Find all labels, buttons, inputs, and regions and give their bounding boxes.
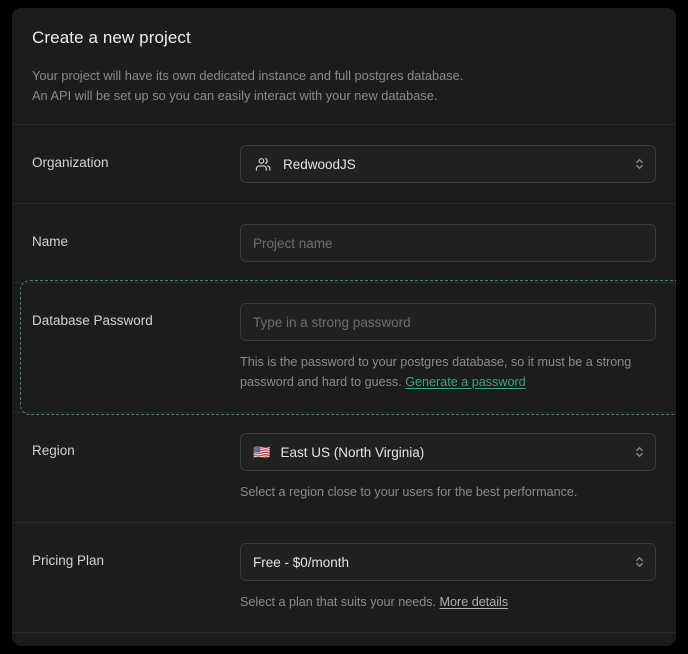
dialog-subtitle-line-1: Your project will have its own dedicated… bbox=[32, 66, 656, 86]
form-row-name: Name Project name bbox=[12, 204, 676, 282]
region-helper: Select a region close to your users for … bbox=[240, 482, 656, 502]
us-flag-icon: 🇺🇸 bbox=[253, 445, 270, 459]
form-row-organization: Organization RedwoodJS bbox=[12, 125, 676, 203]
create-project-dialog: Create a new project Your project will h… bbox=[12, 8, 676, 646]
users-icon bbox=[253, 154, 273, 174]
organization-field: RedwoodJS bbox=[240, 145, 656, 183]
generate-password-link[interactable]: Generate a password bbox=[405, 375, 525, 389]
pricing-plan-field: Free - $0/month Select a plan that suits… bbox=[240, 543, 656, 612]
database-password-field: Type in a strong password This is the pa… bbox=[240, 303, 656, 392]
database-password-helper: This is the password to your postgres da… bbox=[240, 352, 656, 392]
page-title: Create a new project bbox=[32, 28, 656, 48]
database-password-label: Database Password bbox=[32, 303, 240, 328]
name-label: Name bbox=[32, 224, 240, 249]
region-helper-text: Select a region close to your users for … bbox=[240, 485, 577, 499]
form-row-database-password: Database Password Type in a strong passw… bbox=[12, 283, 676, 412]
form-row-region: Region 🇺🇸 East US (North Virginia) Selec… bbox=[12, 413, 676, 522]
region-value: East US (North Virginia) bbox=[280, 445, 424, 460]
database-password-section: Database Password Type in a strong passw… bbox=[12, 283, 676, 412]
region-field: 🇺🇸 East US (North Virginia) Select a reg… bbox=[240, 433, 656, 502]
database-password-input[interactable]: Type in a strong password bbox=[240, 303, 656, 341]
dialog-header: Create a new project Your project will h… bbox=[12, 8, 676, 124]
pricing-plan-helper-text: Select a plan that suits your needs. bbox=[240, 595, 436, 609]
chevron-up-down-icon bbox=[633, 553, 645, 571]
organization-label: Organization bbox=[32, 145, 240, 170]
region-select[interactable]: 🇺🇸 East US (North Virginia) bbox=[240, 433, 656, 471]
pricing-plan-select[interactable]: Free - $0/month bbox=[240, 543, 656, 581]
project-name-placeholder: Project name bbox=[253, 236, 333, 251]
project-name-input[interactable]: Project name bbox=[240, 224, 656, 262]
pricing-plan-label: Pricing Plan bbox=[32, 543, 240, 568]
pricing-plan-value: Free - $0/month bbox=[253, 555, 349, 570]
pricing-plan-helper: Select a plan that suits your needs. Mor… bbox=[240, 592, 656, 612]
database-password-placeholder: Type in a strong password bbox=[253, 315, 411, 330]
organization-value: RedwoodJS bbox=[283, 157, 356, 172]
chevron-up-down-icon bbox=[633, 443, 645, 461]
name-field: Project name bbox=[240, 224, 656, 262]
organization-select[interactable]: RedwoodJS bbox=[240, 145, 656, 183]
region-label: Region bbox=[32, 433, 240, 458]
more-details-link[interactable]: More details bbox=[440, 595, 509, 609]
dialog-footer: Cancel You can rename your project later… bbox=[12, 633, 676, 646]
chevron-up-down-icon bbox=[633, 155, 645, 173]
dialog-subtitle-line-2: An API will be set up so you can easily … bbox=[32, 86, 656, 106]
form-row-pricing-plan: Pricing Plan Free - $0/month Select a pl… bbox=[12, 523, 676, 632]
